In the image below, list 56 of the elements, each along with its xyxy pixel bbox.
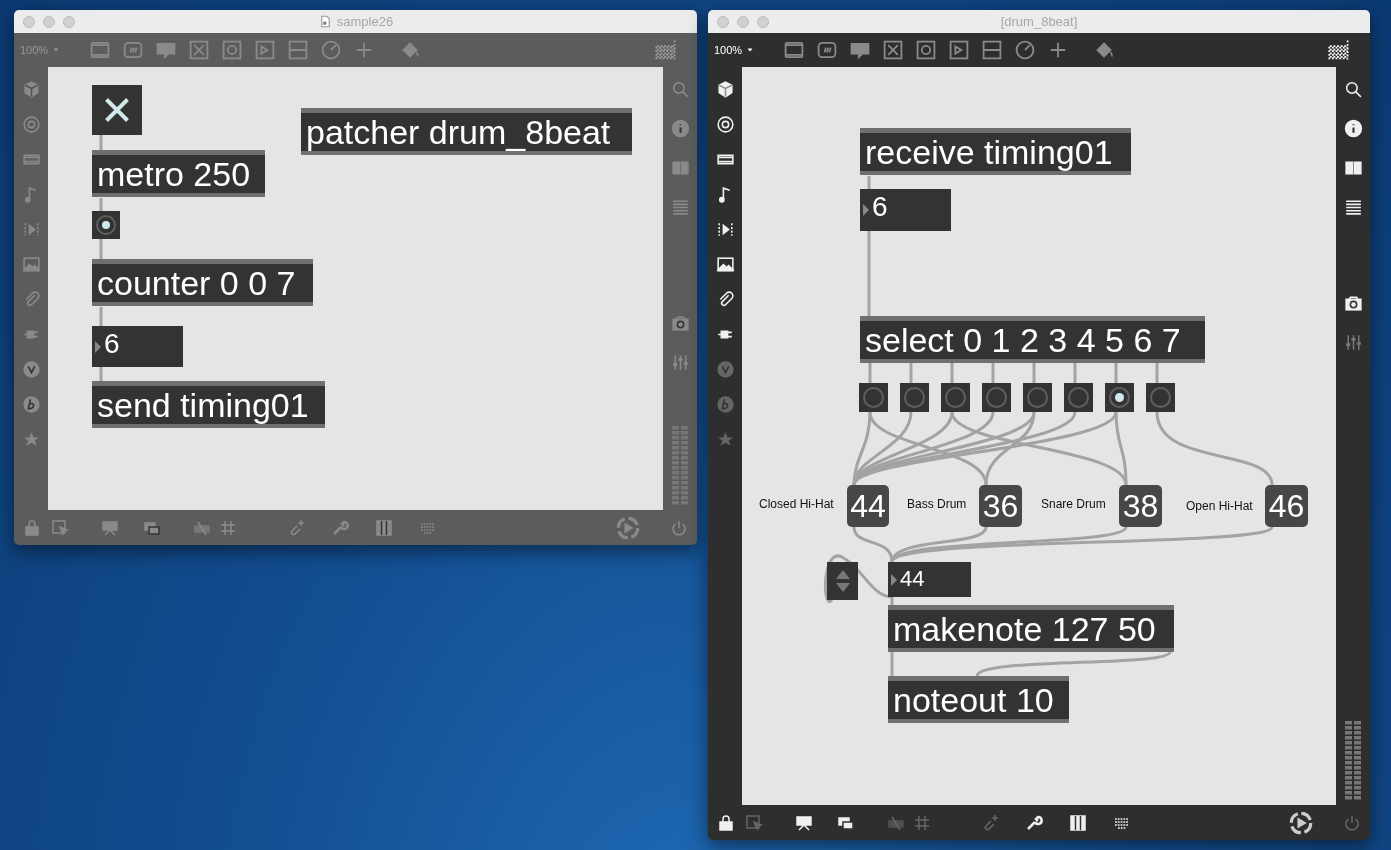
zoom-menu[interactable]: 100% <box>714 41 743 59</box>
object-box[interactable]: counter 0 0 7 <box>92 259 313 306</box>
object-box[interactable]: makenote 127 50 <box>888 605 1174 652</box>
dial-icon[interactable] <box>319 38 343 62</box>
v-circle-icon[interactable] <box>20 359 42 380</box>
toggle-icon[interactable] <box>881 38 905 62</box>
cursor-box-icon[interactable] <box>50 517 70 538</box>
comment-label: Open Hi-Hat <box>1186 499 1253 513</box>
zoom-button[interactable] <box>63 15 75 28</box>
play-circle-icon[interactable] <box>1288 809 1314 836</box>
window-title: [drum_8beat] <box>1000 12 1078 31</box>
object-box[interactable]: send timing01 <box>92 381 325 428</box>
object-box[interactable]: noteout 10 <box>888 676 1069 723</box>
number-box-icon[interactable] <box>253 38 277 62</box>
zoom-button[interactable] <box>757 15 769 28</box>
bang-button[interactable] <box>92 211 120 239</box>
minimize-button[interactable] <box>43 15 55 28</box>
object-box[interactable]: metro 250 <box>92 150 265 197</box>
v-circle-icon[interactable] <box>714 359 736 380</box>
close-button[interactable] <box>23 15 35 28</box>
b-circle-icon[interactable] <box>20 394 42 415</box>
object-box[interactable]: receive timing01 <box>860 128 1131 175</box>
cursor-box-icon[interactable] <box>744 812 764 833</box>
number-box[interactable]: 6 <box>860 189 951 231</box>
window-title: sample26 <box>336 12 394 31</box>
message-box[interactable]: 36 <box>979 485 1022 527</box>
slider-icon[interactable] <box>286 38 310 62</box>
bang-icon[interactable] <box>914 38 938 62</box>
toggle-button[interactable] <box>92 85 142 135</box>
piano-icon[interactable] <box>1068 812 1088 833</box>
number-box[interactable]: 6 <box>92 326 183 367</box>
image-icon[interactable] <box>714 254 736 275</box>
minimize-button[interactable] <box>737 15 749 28</box>
info-icon[interactable] <box>1342 118 1364 139</box>
bang-button[interactable] <box>1105 383 1134 412</box>
toggle-icon[interactable] <box>187 38 211 62</box>
message-box[interactable]: 46 <box>1265 485 1308 527</box>
b-circle-icon[interactable] <box>714 394 736 415</box>
dial-icon[interactable] <box>1013 38 1037 62</box>
object-box[interactable]: select 0 1 2 3 4 5 6 7 <box>860 316 1205 363</box>
comment-label: Snare Drum <box>1041 497 1106 511</box>
number-box[interactable]: 44 <box>888 562 971 597</box>
message-box[interactable]: 38 <box>1119 485 1162 527</box>
object-box[interactable]: patcher drum_8beat <box>301 108 632 155</box>
camera-icon[interactable] <box>1342 293 1364 314</box>
up-down-stepper[interactable] <box>827 562 858 600</box>
slider-icon[interactable] <box>980 38 1004 62</box>
grid-dots-icon[interactable] <box>653 38 677 62</box>
message-box[interactable]: 44 <box>847 485 889 527</box>
comment-label: Closed Hi-Hat <box>759 497 834 511</box>
number-box-icon[interactable] <box>947 38 971 62</box>
close-button[interactable] <box>717 15 729 28</box>
comment-label: Bass Drum <box>907 497 967 511</box>
target-icon[interactable] <box>714 114 736 135</box>
lock-icon[interactable] <box>716 812 736 833</box>
bang-icon[interactable] <box>220 38 244 62</box>
